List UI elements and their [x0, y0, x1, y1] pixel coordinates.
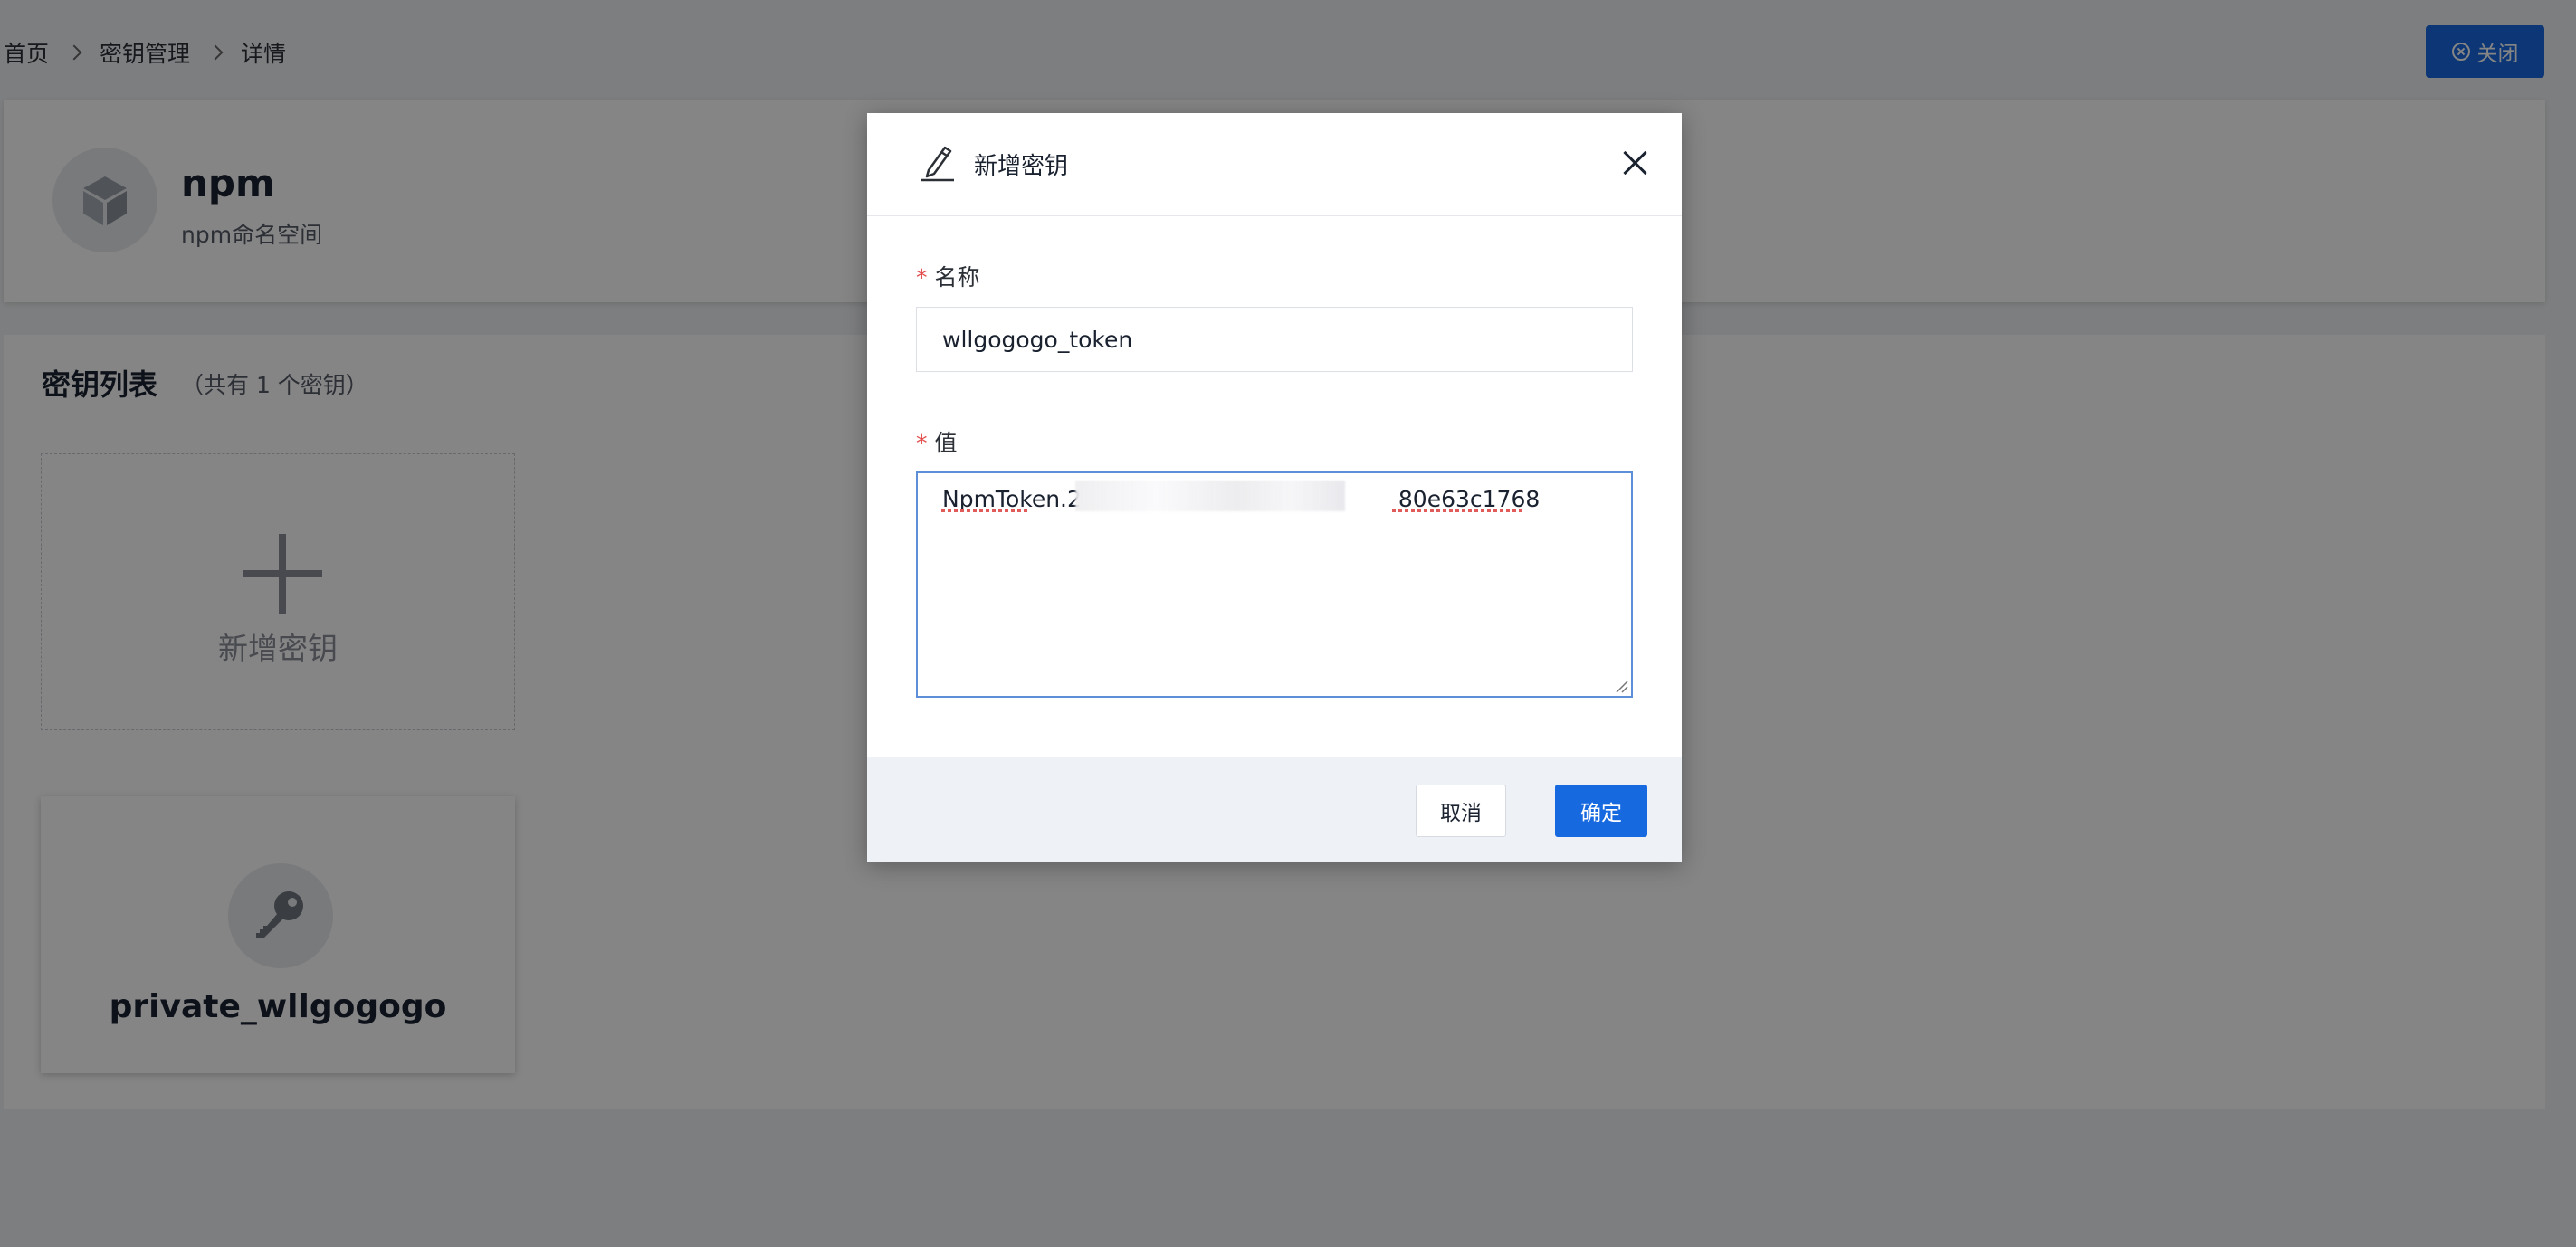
edit-icon [921, 146, 954, 182]
close-icon[interactable] [1618, 146, 1653, 180]
confirm-button[interactable]: 确定 [1555, 785, 1647, 837]
name-label-text: 名称 [934, 264, 980, 290]
value-field-label: * 值 [916, 425, 958, 458]
cancel-button[interactable]: 取消 [1416, 785, 1506, 837]
modal-header: 新增密钥 [867, 113, 1682, 216]
value-label-text: 值 [934, 430, 958, 456]
modal-footer: 取消 确定 [867, 757, 1682, 862]
required-mark: * [916, 264, 928, 290]
required-mark: * [916, 430, 928, 456]
add-secret-modal: 新增密钥 *名称 *值 NpmToken.280e63c1768 取消 确定 [867, 113, 1682, 862]
spellcheck-underline [941, 509, 1028, 512]
name-field-label: * 名称 [916, 260, 980, 292]
value-suffix: 80e63c1768 [1398, 486, 1541, 512]
value-prefix: NpmToken.2 [942, 486, 1082, 512]
spellcheck-underline [1392, 509, 1523, 512]
resize-handle-icon[interactable] [1613, 678, 1629, 694]
page: 首页 密钥管理 详情 关闭 npm npm命名空间 密钥列表 （共有 1 个密钥… [0, 0, 2576, 1247]
name-input[interactable] [916, 307, 1633, 372]
redacted-blur [1075, 481, 1345, 511]
modal-title: 新增密钥 [974, 153, 1069, 180]
